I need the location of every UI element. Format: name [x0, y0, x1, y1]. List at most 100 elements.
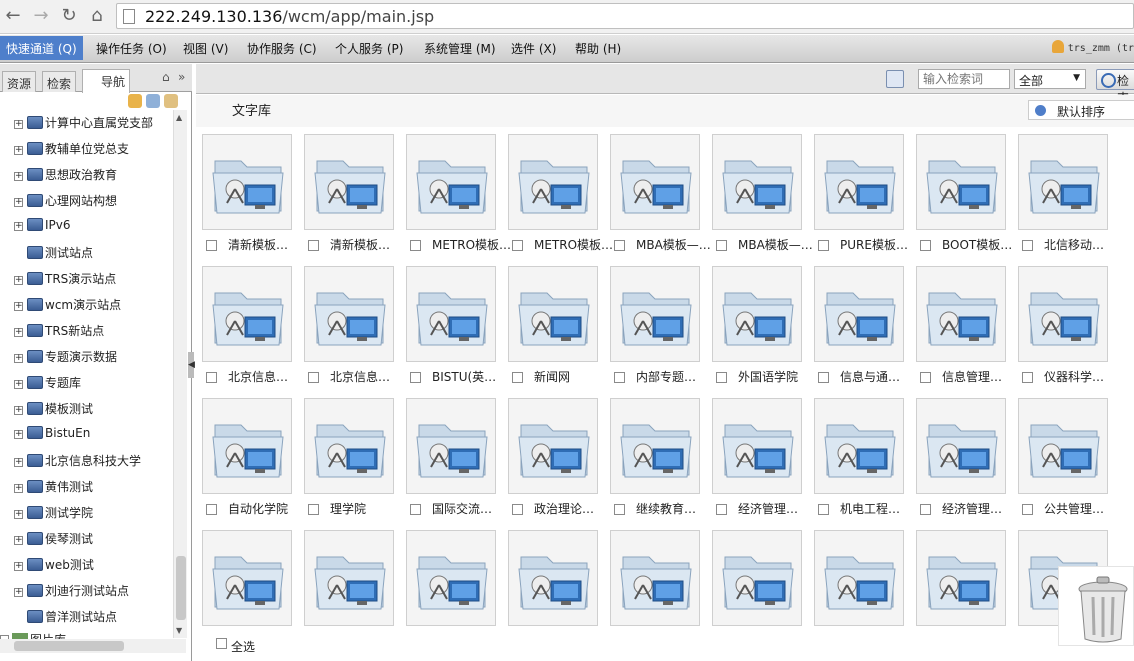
library-folder-icon[interactable]	[916, 398, 1006, 494]
scroll-down-icon[interactable]: ▼	[176, 626, 182, 635]
card-checkbox[interactable]	[410, 504, 421, 515]
card-checkbox[interactable]	[410, 372, 421, 383]
library-folder-icon[interactable]	[814, 398, 904, 494]
library-folder-icon[interactable]	[202, 266, 292, 362]
expand-icon[interactable]: +	[14, 222, 23, 231]
card-checkbox[interactable]	[614, 372, 625, 383]
library-folder-icon[interactable]	[916, 134, 1006, 230]
library-folder-icon[interactable]	[712, 398, 802, 494]
panel-splitter[interactable]: ◀	[188, 352, 195, 378]
expand-icon[interactable]: +	[14, 120, 23, 129]
card-label[interactable]: MBA模板—…	[636, 236, 716, 253]
library-folder-icon[interactable]	[712, 266, 802, 362]
library-folder-icon[interactable]	[1018, 134, 1108, 230]
card-label[interactable]: 政治理论…	[534, 500, 614, 517]
card-checkbox[interactable]	[512, 240, 523, 251]
search-scope-select[interactable]: 全部 ▼	[1014, 69, 1086, 89]
card-label[interactable]: 自动化学院	[228, 500, 308, 517]
card-label[interactable]: BISTU(英…	[432, 368, 512, 385]
recycle-bin-icon[interactable]	[1058, 566, 1134, 646]
library-folder-icon[interactable]	[916, 530, 1006, 626]
library-folder-icon[interactable]	[508, 530, 598, 626]
expand-icon[interactable]: +	[14, 172, 23, 181]
library-folder-icon[interactable]	[610, 398, 700, 494]
library-folder-icon[interactable]	[508, 398, 598, 494]
reload-icon[interactable]: ↻	[58, 5, 80, 27]
expand-icon[interactable]: +	[14, 458, 23, 467]
card-label[interactable]: 理学院	[330, 500, 410, 517]
card-label[interactable]: 信息管理…	[942, 368, 1022, 385]
tab-navigation[interactable]: 导航	[82, 69, 131, 93]
tree-node[interactable]: + TRS新站点	[14, 322, 104, 342]
card-checkbox[interactable]	[308, 372, 319, 383]
expand-icon[interactable]: +	[14, 354, 23, 363]
tab-resources[interactable]: 资源	[2, 71, 37, 92]
card-label[interactable]: 信息与通…	[840, 368, 920, 385]
tree-node[interactable]: + 北京信息科技大学	[14, 452, 141, 472]
tree-node[interactable]: + TRS演示站点	[14, 270, 116, 290]
card-checkbox[interactable]	[1022, 504, 1033, 515]
card-label[interactable]: METRO模板…	[432, 236, 512, 253]
card-checkbox[interactable]	[206, 372, 217, 383]
card-checkbox[interactable]	[818, 504, 829, 515]
card-label[interactable]: 北信移动…	[1044, 236, 1124, 253]
expand-icon[interactable]: +	[14, 562, 23, 571]
hscroll-thumb[interactable]	[14, 641, 124, 651]
expand-icon[interactable]: +	[14, 198, 23, 207]
sort-selector[interactable]: 默认排序	[1028, 100, 1134, 120]
card-label[interactable]: PURE模板…	[840, 236, 920, 253]
tree-node[interactable]: + 教辅单位党总支	[14, 140, 129, 160]
tree-node[interactable]: 测试站点	[14, 244, 93, 264]
card-label[interactable]: 清新模板…	[228, 236, 308, 253]
card-checkbox[interactable]	[512, 372, 523, 383]
library-folder-icon[interactable]	[304, 530, 394, 626]
card-label[interactable]: METRO模板…	[534, 236, 614, 253]
card-label[interactable]: 北京信息…	[330, 368, 410, 385]
collapse-panel-icon[interactable]: »	[178, 70, 185, 84]
card-label[interactable]: MBA模板—…	[738, 236, 818, 253]
card-checkbox[interactable]	[818, 372, 829, 383]
tree-node[interactable]: + 侯琴测试	[14, 530, 93, 550]
back-icon[interactable]: ←	[2, 5, 24, 27]
library-folder-icon[interactable]	[406, 398, 496, 494]
expand-icon[interactable]: +	[14, 588, 23, 597]
library-folder-icon[interactable]	[508, 266, 598, 362]
find-icon[interactable]	[146, 94, 160, 108]
library-folder-icon[interactable]	[814, 530, 904, 626]
tree-node[interactable]: + 黄伟测试	[14, 478, 93, 498]
forward-icon[interactable]: →	[30, 5, 52, 27]
card-label[interactable]: 新闻网	[534, 368, 614, 385]
tree-node[interactable]: + 刘迪行测试站点	[14, 582, 129, 602]
card-checkbox[interactable]	[1022, 240, 1033, 251]
library-folder-icon[interactable]	[304, 266, 394, 362]
home-icon[interactable]: ⌂	[86, 5, 108, 27]
library-folder-icon[interactable]	[1018, 266, 1108, 362]
library-folder-icon[interactable]	[406, 266, 496, 362]
card-label[interactable]: 北京信息…	[228, 368, 308, 385]
library-folder-icon[interactable]	[610, 530, 700, 626]
card-label[interactable]: 机电工程…	[840, 500, 920, 517]
card-checkbox[interactable]	[308, 504, 319, 515]
expand-icon[interactable]: +	[14, 536, 23, 545]
card-label[interactable]: 国际交流…	[432, 500, 512, 517]
menu-view[interactable]: 视图 (V)	[183, 40, 228, 57]
library-folder-icon[interactable]	[202, 530, 292, 626]
menu-tasks[interactable]: 操作任务 (O)	[96, 40, 167, 57]
card-checkbox[interactable]	[308, 240, 319, 251]
tree-node[interactable]: + IPv6	[14, 218, 71, 238]
search-settings-icon[interactable]	[886, 70, 904, 88]
home-tree-icon[interactable]: ⌂	[162, 70, 170, 84]
menu-system[interactable]: 系统管理 (M)	[424, 40, 496, 57]
tree-horizontal-scrollbar[interactable]	[0, 639, 186, 653]
tree-vertical-scrollbar[interactable]: ▲ ▼	[173, 110, 187, 638]
library-folder-icon[interactable]	[304, 398, 394, 494]
select-all-checkbox[interactable]	[216, 638, 227, 649]
card-checkbox[interactable]	[716, 372, 727, 383]
card-label[interactable]: 外国语学院	[738, 368, 818, 385]
expand-icon[interactable]: +	[14, 380, 23, 389]
card-checkbox[interactable]	[920, 504, 931, 515]
card-checkbox[interactable]	[206, 504, 217, 515]
tree-node[interactable]: + BistuEn	[14, 426, 90, 446]
library-folder-icon[interactable]	[712, 134, 802, 230]
card-checkbox[interactable]	[716, 240, 727, 251]
